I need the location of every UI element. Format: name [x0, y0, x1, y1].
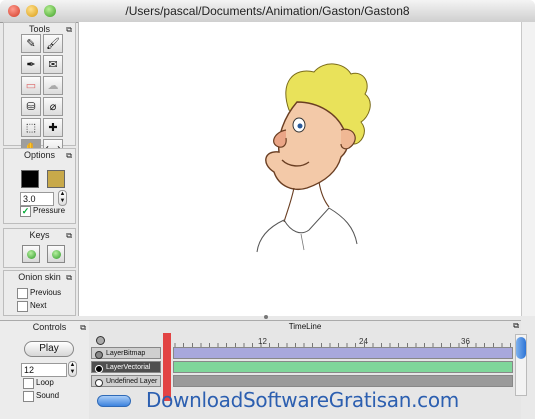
smudge-tool-button[interactable]: ☁ [43, 76, 63, 95]
layer-name[interactable]: LayerVectorial [91, 361, 161, 373]
eraser-tool-button[interactable]: ✎ [21, 34, 41, 53]
layer-track[interactable] [173, 347, 513, 359]
add-key-button[interactable] [22, 245, 40, 263]
onion-skin-header-label: Onion skin [18, 272, 61, 282]
options-header-label: Options [23, 150, 56, 160]
ruler-tick-24: 24 [359, 337, 368, 346]
layer-track[interactable] [173, 361, 513, 373]
fps-stepper[interactable]: ▲ ▼ [68, 361, 77, 377]
layer-label: LayerVectorial [106, 364, 151, 371]
onion-next-checkbox[interactable] [17, 301, 28, 312]
layer-row[interactable]: Undefined Layer [91, 375, 515, 388]
layer-name[interactable]: Undefined Layer [91, 375, 161, 387]
remove-key-button[interactable] [47, 245, 65, 263]
pen-tool-button[interactable]: ✒ [21, 55, 41, 74]
loop-label: Loop [36, 378, 54, 387]
cartoon-drawing [256, 63, 371, 253]
smudge-icon: ☁ [47, 80, 59, 92]
layer-visibility-toggle-all-icon[interactable] [96, 336, 105, 345]
secondary-color-swatch[interactable] [47, 170, 65, 188]
timeline-scroll-thumb[interactable] [516, 337, 526, 359]
onion-skin-header: Onion skin ⧉ [4, 271, 75, 283]
keys-header: Keys ⧉ [4, 229, 75, 241]
tools-palette-collapse-icon[interactable]: ⧉ [66, 24, 72, 36]
pen-icon: ✒ [26, 59, 36, 71]
window-title: /Users/pascal/Documents/Animation/Gaston… [125, 4, 410, 18]
bucket-tool-button[interactable]: ⛁ [21, 97, 41, 116]
timeline-scroll-button[interactable] [97, 395, 131, 407]
app-window: /Users/pascal/Documents/Animation/Gaston… [0, 0, 535, 419]
envelope-tool-button[interactable]: ✉ [43, 55, 63, 74]
controls-header-label: Controls [32, 322, 67, 332]
controls-palette-collapse-icon[interactable]: ⧉ [80, 322, 86, 334]
add-key-icon [26, 249, 36, 259]
onion-next-label: Next [30, 301, 47, 310]
layer-visibility-icon[interactable] [95, 379, 103, 387]
onion-previous-label: Previous [30, 288, 62, 297]
layer-label: Undefined Layer [106, 378, 158, 385]
play-button[interactable]: Play [24, 341, 74, 357]
canvas-vertical-scrollbar[interactable] [521, 22, 535, 316]
eyedropper-tool-button[interactable]: ⌀ [43, 97, 63, 116]
options-palette-collapse-icon[interactable]: ⧉ [66, 150, 72, 162]
layer-visibility-icon[interactable] [95, 365, 103, 373]
timeline-title: TimeLine [288, 322, 322, 331]
remove-key-icon [51, 249, 61, 259]
move-tool-button[interactable]: ✚ [43, 118, 63, 137]
onion-skin-palette-collapse-icon[interactable]: ⧉ [66, 272, 72, 284]
keys-palette-collapse-icon[interactable]: ⧉ [66, 230, 72, 242]
select-tool-button[interactable]: ⬚ [21, 118, 41, 137]
layer-visibility-icon[interactable] [95, 351, 103, 359]
rubber-tool-button[interactable]: ▭ [21, 76, 41, 95]
controls-header: Controls ⧉ [10, 321, 89, 333]
fps-field[interactable]: 12 [21, 363, 67, 377]
sound-checkbox[interactable] [23, 391, 34, 402]
envelope-icon: ✉ [48, 59, 58, 71]
layer-row[interactable]: LayerVectorial [91, 361, 515, 374]
bucket-icon: ⛁ [26, 101, 36, 113]
timeline-collapse-icon[interactable]: ⧉ [513, 321, 519, 331]
options-header: Options ⧉ [4, 149, 75, 161]
drawing-canvas[interactable] [78, 22, 522, 316]
onion-previous-checkbox[interactable] [17, 288, 28, 299]
pressure-checkbox[interactable]: ✓ [20, 206, 31, 217]
brush-tool-button[interactable]: 🖌 [43, 34, 63, 53]
loop-checkbox[interactable] [23, 378, 34, 389]
controls-palette: Controls ⧉ Play 12 ▲ ▼ Loop Sound [0, 320, 90, 419]
ruler-tick-36: 36 [461, 337, 470, 346]
pressure-label: Pressure [33, 206, 66, 215]
tools-grid: ✎ 🖌 ✒ ✉ ▭ ☁ ⛁ ⌀ ⬚ ✚ ✋ ⟷ [21, 34, 65, 158]
title-bar: /Users/pascal/Documents/Animation/Gaston… [0, 0, 535, 23]
watermark-text: DownloadSoftwareGratisan.com [146, 388, 459, 412]
select-icon: ⬚ [25, 122, 37, 134]
layer-track[interactable] [173, 375, 513, 387]
canvas-resize-grip[interactable] [264, 315, 268, 319]
brush-size-field[interactable]: 3.0 [20, 192, 54, 206]
rubber-icon: ▭ [25, 80, 37, 92]
timeline-ruler[interactable]: 12 24 36 [166, 335, 514, 347]
layer-row[interactable]: LayerBitmap [91, 347, 515, 360]
primary-color-swatch[interactable] [21, 170, 39, 188]
layer-name[interactable]: LayerBitmap [91, 347, 161, 359]
move-icon: ✚ [48, 122, 58, 134]
sound-label: Sound [36, 391, 60, 400]
layer-label: LayerBitmap [106, 350, 146, 357]
eyedropper-icon: ⌀ [49, 101, 57, 113]
tools-header-label: Tools [28, 24, 50, 34]
brush-size-stepper[interactable]: ▲ ▼ [58, 190, 67, 206]
keys-header-label: Keys [29, 230, 50, 240]
brush-icon: 🖌 [46, 38, 60, 50]
timeline-vertical-scrollbar[interactable] [515, 334, 527, 396]
ruler-tick-12: 12 [258, 337, 267, 346]
eraser-icon: ✎ [26, 38, 36, 50]
